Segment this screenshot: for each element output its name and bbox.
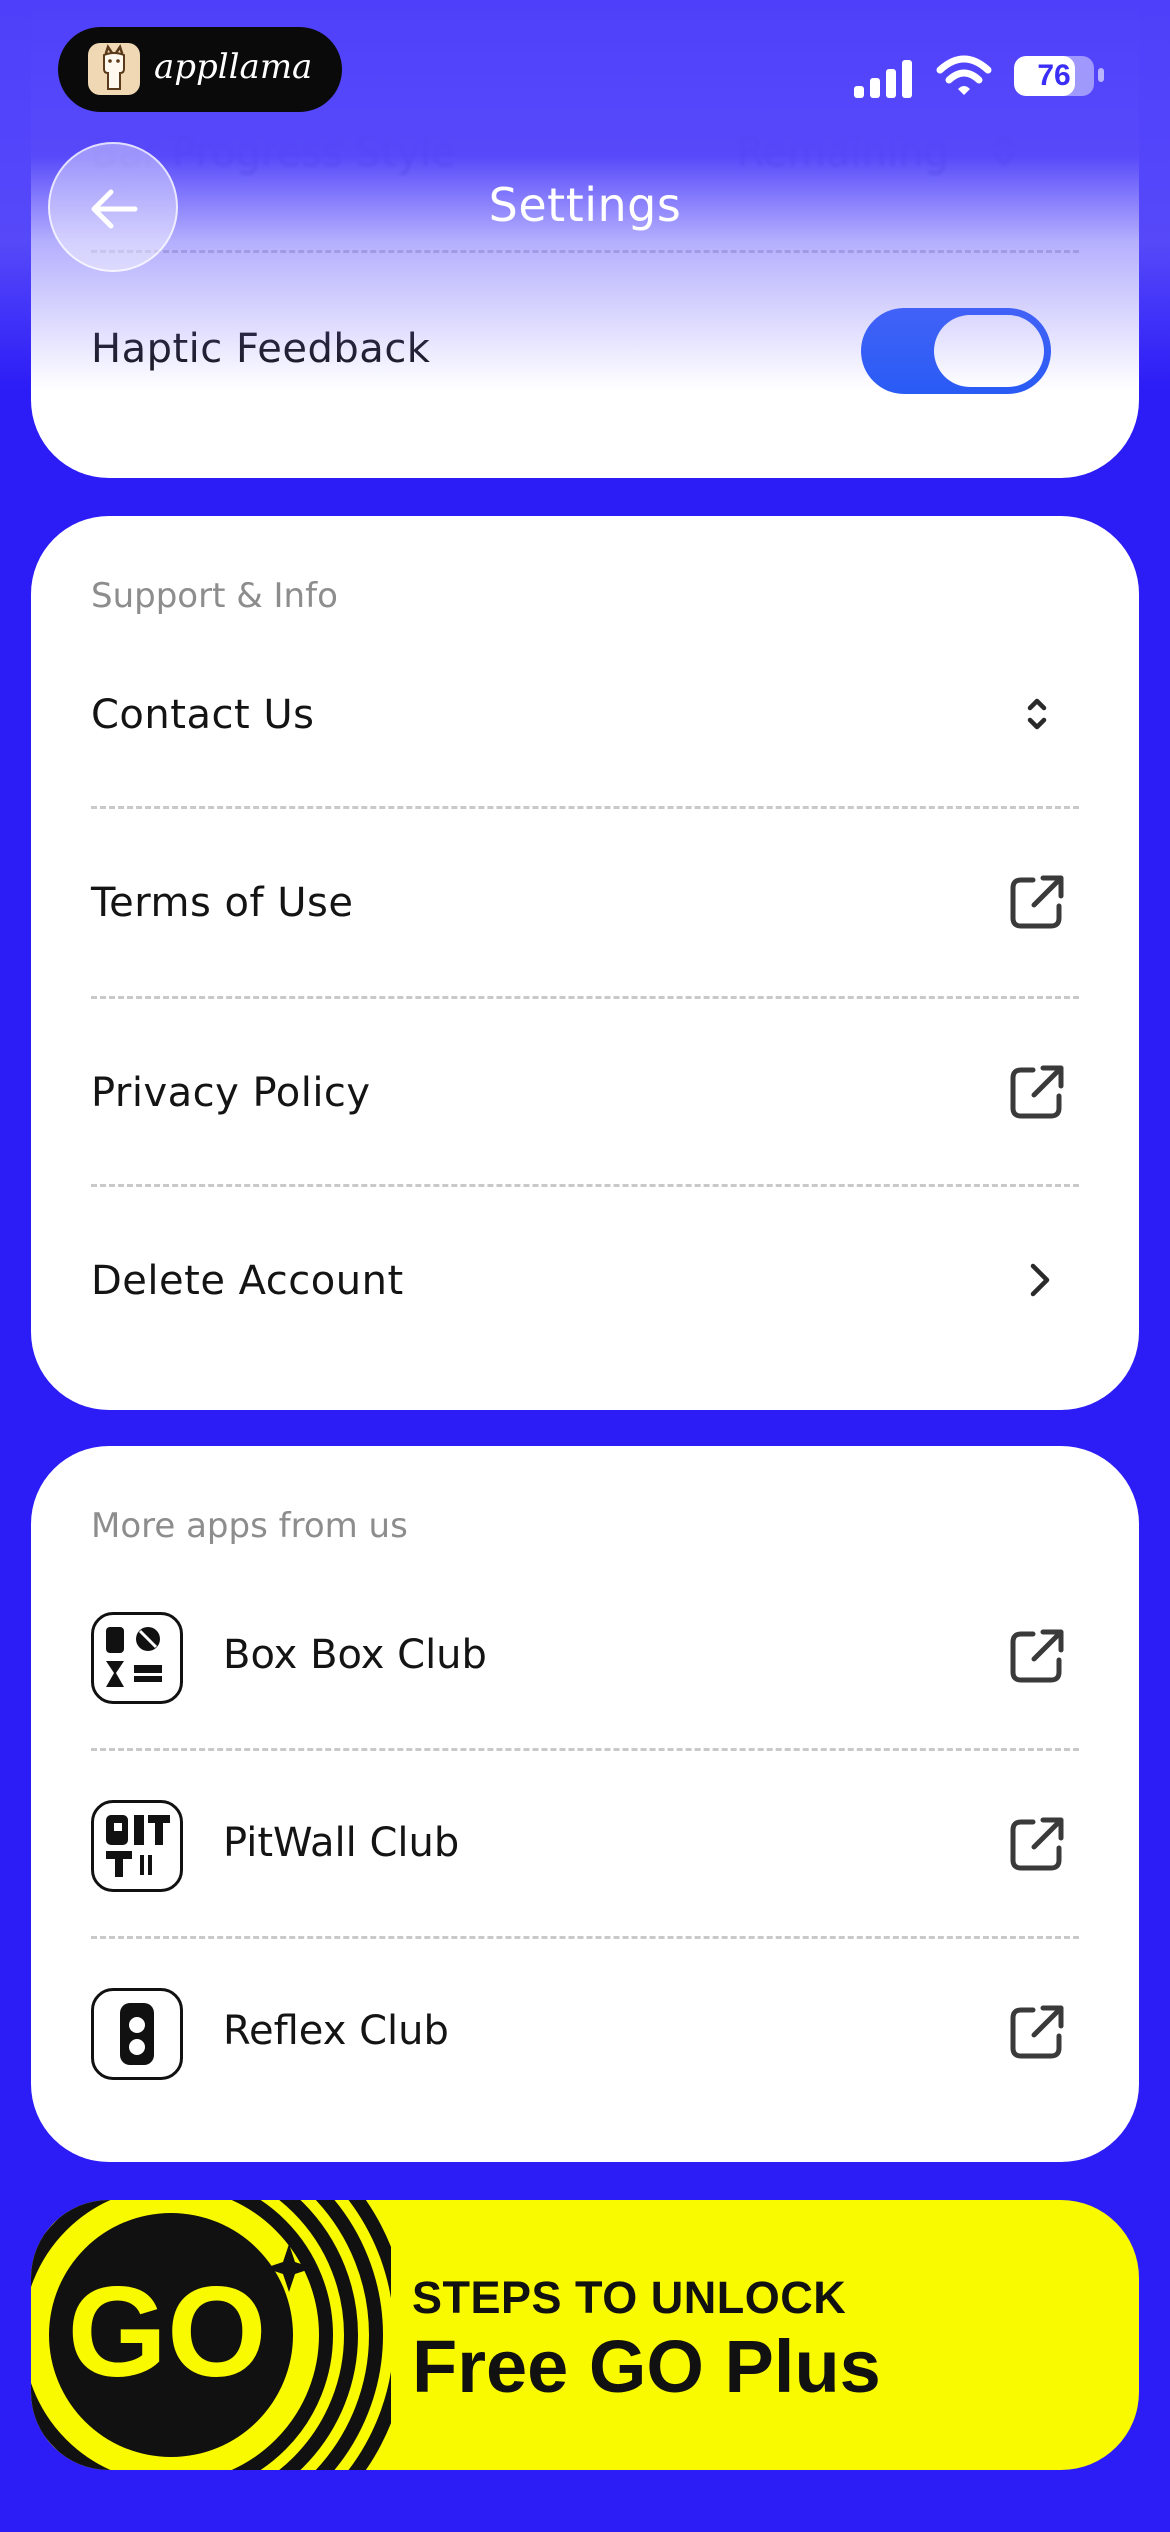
bar-progress-style-row[interactable]: Bar Progress Style Remaining [91,130,1079,176]
delete-account-label: Delete Account [91,1258,404,1304]
chevron-updown-icon [989,130,1019,180]
wifi-icon [936,55,992,95]
external-link-icon [1007,2002,1067,2062]
divider [91,996,1079,999]
llama-logo-icon [88,43,140,95]
battery-tip [1098,68,1104,82]
chevron-right-icon [1007,1250,1067,1310]
toggle-knob [934,315,1044,387]
go-logo-text: GO [67,2261,266,2404]
chevron-updown-icon [1007,684,1067,744]
haptic-feedback-label: Haptic Feedback [91,326,431,372]
divider [91,1936,1079,1939]
box-box-club-label: Box Box Club [223,1632,487,1678]
external-link-icon [1007,872,1067,932]
go-plus-banner[interactable]: GO STEPS TO UNLOCK Free GO Plus [31,2200,1139,2470]
external-link-icon [1007,1062,1067,1122]
divider [91,250,1079,253]
support-info-card: Support & Info Contact Us Terms of Use P… [31,516,1139,1410]
divider [91,806,1079,809]
bar-progress-style-value: Remaining [736,130,949,176]
divider [91,1748,1079,1751]
terms-of-use-label: Terms of Use [91,880,354,926]
banner-subtitle: STEPS TO UNLOCK [412,2272,847,2323]
brand-pill: appllama [58,27,342,112]
more-apps-card: More apps from us Box Box Club PitWall C… [31,1446,1139,2162]
status-icons: 76 [854,52,1104,102]
reflex-club-label: Reflex Club [223,2008,449,2054]
contact-us-label: Contact Us [91,692,315,738]
section-title-support: Support & Info [91,576,338,616]
external-link-icon [1007,1814,1067,1874]
go-logo-icon: GO [31,2200,391,2470]
battery-icon: 76 [1014,56,1094,96]
privacy-policy-label: Privacy Policy [91,1070,371,1116]
external-link-icon [1007,1626,1067,1686]
brand-name: appllama [154,47,313,87]
page-title: Settings [488,178,682,232]
section-title-more-apps: More apps from us [91,1506,408,1546]
pitwall-club-logo-icon [91,1800,183,1892]
divider [91,1184,1079,1187]
battery-level: 76 [1037,59,1071,92]
haptic-feedback-toggle[interactable] [861,308,1051,394]
signal-icon [854,60,912,98]
banner-title: Free GO Plus [412,2325,881,2408]
pitwall-club-label: PitWall Club [223,1820,460,1866]
box-box-club-logo-icon [91,1612,183,1704]
reflex-club-logo-icon [91,1988,183,2080]
